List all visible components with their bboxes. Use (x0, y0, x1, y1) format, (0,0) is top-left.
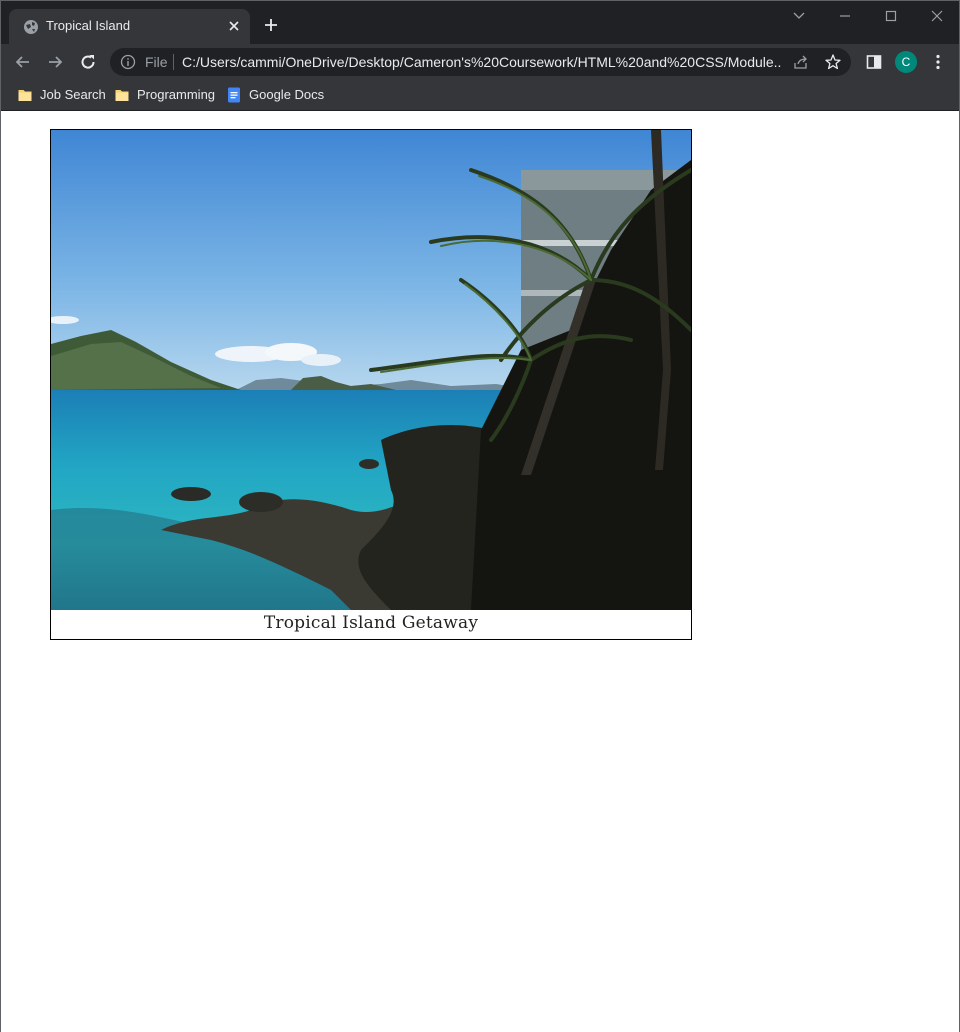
close-window-icon[interactable] (926, 7, 948, 25)
tab-search-chevron-icon[interactable] (788, 7, 810, 25)
address-bar[interactable]: File C:/Users/cammi/OneDrive/Desktop/Cam… (110, 48, 851, 76)
bookmark-star-icon[interactable] (824, 53, 842, 71)
bookmark-label: Job Search (40, 87, 106, 102)
bookmark-job-search[interactable]: Job Search (17, 85, 106, 105)
forward-arrow-icon[interactable] (45, 52, 65, 72)
tab-strip: Tropical Island (1, 1, 959, 44)
site-info-icon[interactable] (120, 54, 136, 70)
globe-icon (23, 19, 39, 35)
profile-avatar[interactable]: C (895, 51, 917, 73)
share-icon[interactable] (793, 54, 809, 70)
tab-tropical-island[interactable]: Tropical Island (9, 9, 250, 44)
page-content: Tropical Island Getaway (1, 112, 959, 1032)
figure-caption: Tropical Island Getaway (263, 613, 479, 633)
bookmark-label: Google Docs (249, 87, 325, 102)
folder-icon (17, 87, 33, 103)
toolbar: File C:/Users/cammi/OneDrive/Desktop/Cam… (1, 44, 959, 80)
address-divider (173, 54, 174, 70)
figure: Tropical Island Getaway (50, 129, 692, 640)
close-tab-icon[interactable] (226, 18, 242, 34)
folder-icon (114, 87, 130, 103)
bookmark-google-docs[interactable]: Google Docs (226, 85, 325, 105)
url-text[interactable]: C:/Users/cammi/OneDrive/Desktop/Cameron'… (182, 54, 782, 70)
browser-window: Tropical Island File C:/Users/cammi/OneD… (0, 0, 960, 1032)
side-panel-icon[interactable] (864, 52, 884, 72)
bookmark-programming[interactable]: Programming (114, 85, 216, 105)
bookmarks-bar: Job Search Programming Google Docs (1, 80, 959, 111)
more-menu-icon[interactable] (928, 52, 948, 72)
minimize-icon[interactable] (834, 7, 856, 25)
new-tab-icon[interactable] (262, 16, 280, 34)
back-arrow-icon[interactable] (13, 52, 33, 72)
tropical-island-photo (51, 130, 691, 610)
tab-title: Tropical Island (46, 18, 131, 33)
google-docs-icon (226, 87, 242, 103)
maximize-icon[interactable] (880, 7, 902, 25)
reload-icon[interactable] (78, 52, 98, 72)
scheme-label: File (145, 54, 168, 70)
bookmark-label: Programming (137, 87, 216, 102)
